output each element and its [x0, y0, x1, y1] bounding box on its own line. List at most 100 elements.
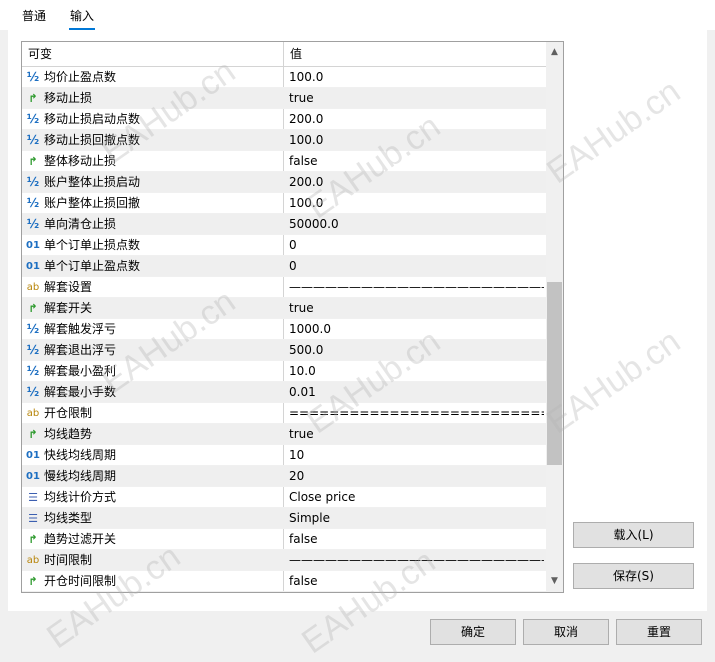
parameter-name: 账户整体止损回撤 [44, 196, 141, 210]
parameter-value[interactable]: 200.0 [287, 172, 544, 193]
parameter-value[interactable]: 50000.0 [287, 214, 544, 235]
parameter-value[interactable]: Close price [287, 487, 544, 508]
parameter-name: 趋势过滤开关 [44, 532, 117, 546]
table-row[interactable]: ☰ 均线类型 Simple [22, 508, 546, 529]
table-row[interactable]: ☰ 均线计价方式 Close price [22, 487, 546, 508]
tab-inputs[interactable]: 输入 [68, 7, 96, 30]
integer-type-icon: 01 [26, 471, 40, 482]
parameter-value[interactable]: true [287, 298, 544, 319]
parameter-name: 时间限制 [44, 553, 93, 567]
table-row[interactable]: ½ 解套最小盈利 10.0 [22, 361, 546, 382]
table-row[interactable]: ab 时间限制 ——————————————————————... [22, 550, 546, 571]
parameter-value[interactable]: 0.01 [287, 382, 544, 403]
parameter-name: 账户整体止损启动 [44, 175, 141, 189]
parameter-value[interactable]: 500.0 [287, 340, 544, 361]
string-type-icon: ab [26, 408, 40, 419]
integer-type-icon: 01 [26, 240, 40, 251]
parameter-value[interactable]: 1000.0 [287, 319, 544, 340]
parameter-value[interactable]: 10.0 [287, 361, 544, 382]
table-row[interactable]: ab 解套设置 ——————————————————————... [22, 277, 546, 298]
double-type-icon: ½ [26, 385, 40, 399]
table-row[interactable]: 01 慢线均线周期 20 [22, 466, 546, 487]
table-row[interactable]: 01 单个订单止损点数 0 [22, 235, 546, 256]
parameter-name: 均线类型 [44, 511, 93, 525]
table-row[interactable]: ½ 移动止损启动点数 200.0 [22, 109, 546, 130]
table-row[interactable]: ↱ 均线趋势 true [22, 424, 546, 445]
parameter-value[interactable]: 100.0 [287, 130, 544, 151]
parameter-value[interactable]: true [287, 88, 544, 109]
parameter-name: 解套开关 [44, 301, 93, 315]
table-row[interactable]: ↱ 整体移动止损 false [22, 151, 546, 172]
table-row[interactable]: ↱ 解套开关 true [22, 298, 546, 319]
parameter-name: 开仓时间限制 [44, 574, 117, 588]
parameter-value[interactable]: ——————————————————————... [287, 550, 544, 571]
grid-header: 可变 值 [22, 42, 546, 67]
table-row[interactable]: ab 开仓限制 ==================================… [22, 403, 546, 424]
parameter-name: 开仓限制 [44, 406, 93, 420]
string-type-icon: ab [26, 282, 40, 293]
parameter-name: 解套退出浮亏 [44, 343, 117, 357]
bool-type-icon: ↱ [28, 533, 38, 546]
table-row[interactable]: ↱ 趋势过滤开关 false [22, 529, 546, 550]
parameter-value[interactable]: 10 [287, 445, 544, 466]
parameter-value[interactable]: 20 [287, 466, 544, 487]
table-row[interactable]: ↱ 移动止损 true [22, 88, 546, 109]
string-type-icon: ab [26, 555, 40, 566]
parameter-value[interactable]: Simple [287, 508, 544, 529]
table-row[interactable]: ↱ 开仓时间限制 false [22, 571, 546, 592]
tab-bar: 普通 输入 [0, 0, 715, 30]
parameter-name: 快线均线周期 [44, 448, 117, 462]
parameter-name: 解套触发浮亏 [44, 322, 117, 336]
parameter-name: 均价止盈点数 [44, 70, 117, 84]
parameter-name: 移动止损回撤点数 [44, 133, 141, 147]
parameter-value[interactable]: false [287, 529, 544, 550]
double-type-icon: ½ [26, 133, 40, 147]
scroll-up-icon[interactable]: ▲ [546, 44, 563, 61]
double-type-icon: ½ [26, 175, 40, 189]
parameter-value[interactable]: true [287, 424, 544, 445]
scroll-down-icon[interactable]: ▼ [546, 573, 563, 590]
table-row[interactable]: ½ 解套触发浮亏 1000.0 [22, 319, 546, 340]
parameter-value[interactable]: 100.0 [287, 193, 544, 214]
column-header-name[interactable]: 可变 [28, 42, 52, 66]
grid-rows: ½ 均价止盈点数 100.0 ↱ 移动止损 true ½ 移动止损启动点数 200.0 ½ 移动止损… [22, 67, 546, 592]
parameter-value[interactable]: ========================================… [287, 403, 544, 424]
table-row[interactable]: ½ 解套退出浮亏 500.0 [22, 340, 546, 361]
table-row[interactable]: ½ 账户整体止损回撤 100.0 [22, 193, 546, 214]
parameter-name: 单个订单止盈点数 [44, 259, 141, 273]
parameter-name: 整体移动止损 [44, 154, 117, 168]
scroll-thumb[interactable] [547, 282, 562, 465]
parameter-value[interactable]: 0 [287, 235, 544, 256]
parameter-value[interactable]: 0 [287, 256, 544, 277]
parameter-value[interactable]: false [287, 151, 544, 172]
double-type-icon: ½ [26, 112, 40, 126]
table-row[interactable]: ½ 账户整体止损启动 200.0 [22, 172, 546, 193]
ok-button[interactable]: 确定 [430, 619, 516, 645]
table-row[interactable]: ½ 单向清仓止损 50000.0 [22, 214, 546, 235]
integer-type-icon: 01 [26, 261, 40, 272]
bool-type-icon: ↱ [28, 428, 38, 441]
double-type-icon: ½ [26, 364, 40, 378]
parameter-value[interactable]: 200.0 [287, 109, 544, 130]
table-row[interactable]: ½ 移动止损回撤点数 100.0 [22, 130, 546, 151]
parameter-value[interactable]: 100.0 [287, 67, 544, 88]
parameter-name: 解套设置 [44, 280, 93, 294]
table-row[interactable]: ½ 均价止盈点数 100.0 [22, 67, 546, 88]
table-row[interactable]: ½ 解套最小手数 0.01 [22, 382, 546, 403]
table-row[interactable]: 01 快线均线周期 10 [22, 445, 546, 466]
cancel-button[interactable]: 取消 [523, 619, 609, 645]
save-button[interactable]: 保存(S) [573, 563, 694, 589]
table-row[interactable]: 01 单个订单止盈点数 0 [22, 256, 546, 277]
tab-common[interactable]: 普通 [22, 7, 46, 25]
parameter-name: 均线计价方式 [44, 490, 117, 504]
column-header-value[interactable]: 值 [290, 42, 302, 66]
parameter-name: 慢线均线周期 [44, 469, 117, 483]
parameter-value[interactable]: ——————————————————————... [287, 277, 544, 298]
vertical-scrollbar[interactable]: ▲ ▼ [546, 42, 563, 592]
reset-button[interactable]: 重置 [616, 619, 702, 645]
parameter-name: 解套最小盈利 [44, 364, 117, 378]
double-type-icon: ½ [26, 217, 40, 231]
parameter-value[interactable]: false [287, 571, 544, 592]
load-button[interactable]: 载入(L) [573, 522, 694, 548]
parameter-name: 单向清仓止损 [44, 217, 117, 231]
